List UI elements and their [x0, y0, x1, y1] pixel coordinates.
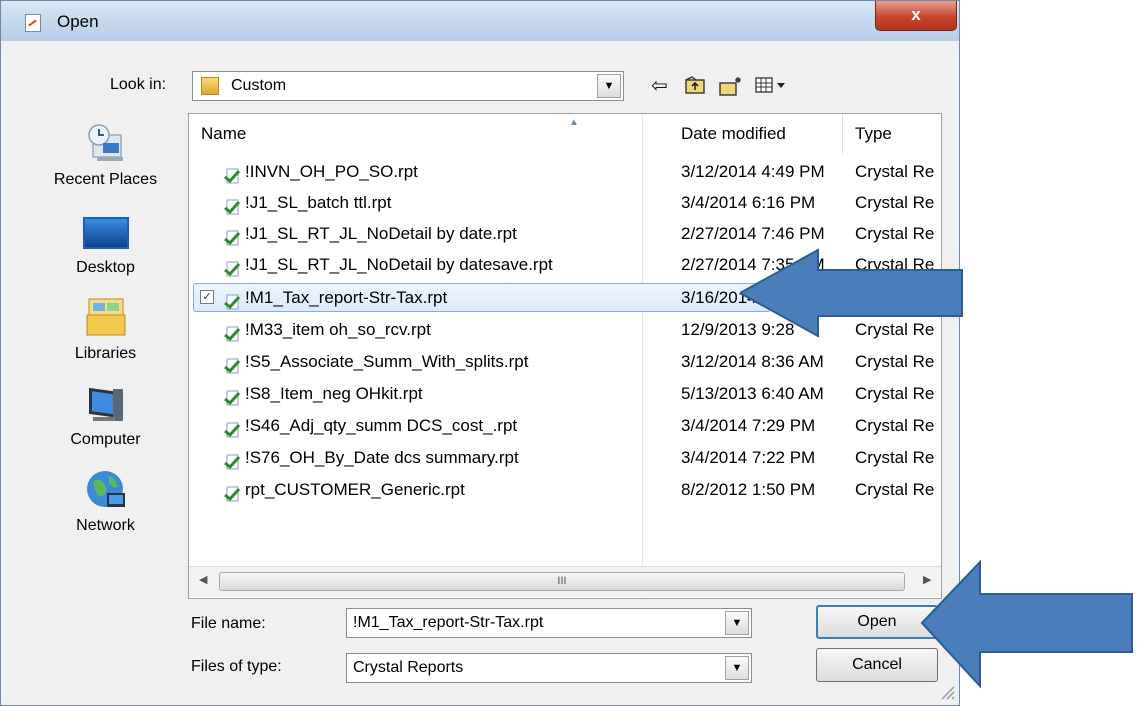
- file-name: !J1_SL_RT_JL_NoDetail by date.rpt: [245, 224, 517, 243]
- file-row[interactable]: !J1_SL_RT_JL_NoDetail by date.rpt 2/27/2…: [189, 218, 941, 249]
- column-header-date[interactable]: Date modified: [669, 114, 843, 154]
- desktop-icon: [82, 209, 129, 255]
- look-in-label: Look in:: [110, 76, 167, 93]
- files-of-type-value: Crystal Reports: [353, 659, 464, 676]
- place-label: Network: [76, 517, 135, 534]
- callout-arrow-open: [920, 560, 1133, 689]
- file-type: Crystal Re: [855, 448, 935, 467]
- place-desktop[interactable]: Desktop: [33, 209, 178, 277]
- file-row[interactable]: !S8_Item_neg OHkit.rpt 5/13/2013 6:40 AM…: [189, 378, 941, 409]
- place-libraries[interactable]: Libraries: [33, 295, 178, 363]
- crystal-report-file-icon: [224, 353, 241, 374]
- place-network[interactable]: Network: [33, 467, 178, 535]
- file-name: !J1_SL_batch ttl.rpt: [245, 193, 392, 212]
- file-type: Crystal Re: [855, 193, 935, 212]
- window-title: Open: [57, 12, 99, 31]
- place-recent-places[interactable]: Recent Places: [33, 121, 178, 189]
- file-name-label: File name:: [191, 615, 266, 632]
- file-date: 8/2/2012 1:50 PM: [681, 480, 816, 499]
- look-in-value: Custom: [231, 77, 287, 94]
- file-date: 3/4/2014 7:29 PM: [681, 416, 816, 435]
- file-name: !INVN_OH_PO_SO.rpt: [245, 162, 418, 181]
- scroll-left-icon[interactable]: ◀: [199, 573, 207, 586]
- back-icon[interactable]: ⇦: [651, 75, 668, 97]
- crystal-report-file-icon: [224, 256, 241, 277]
- file-row[interactable]: !S76_OH_By_Date dcs summary.rpt 3/4/2014…: [189, 442, 941, 473]
- horizontal-scrollbar[interactable]: ◀ III ▶: [189, 566, 941, 597]
- file-row[interactable]: !J1_SL_batch ttl.rpt 3/4/2014 6:16 PM Cr…: [189, 187, 941, 218]
- column-header-label: Name: [201, 124, 247, 143]
- crystal-report-file-icon: [224, 225, 241, 246]
- crystal-report-file-icon: [224, 163, 241, 184]
- file-date: 5/13/2013 6:40 AM: [681, 384, 824, 403]
- file-row[interactable]: !S46_Adj_qty_summ DCS_cost_.rpt 3/4/2014…: [189, 410, 941, 441]
- libraries-icon: [83, 295, 129, 341]
- file-name: rpt_CUSTOMER_Generic.rpt: [245, 480, 465, 499]
- sort-ascending-icon: ▲: [569, 117, 579, 128]
- file-date: 2/27/2014 7:46 PM: [681, 224, 825, 243]
- new-folder-icon[interactable]: [718, 75, 744, 102]
- up-folder-icon[interactable]: [684, 75, 706, 100]
- file-date: 3/12/2014 4:49 PM: [681, 162, 825, 181]
- open-dialog: Open x Look in: Custom ▼ ⇦ Recent Places…: [0, 0, 960, 706]
- close-button[interactable]: x: [875, 1, 957, 31]
- file-name: !S8_Item_neg OHkit.rpt: [245, 384, 423, 403]
- file-name-input[interactable]: !M1_Tax_report-Str-Tax.rpt ▼: [346, 608, 752, 638]
- file-type: Crystal Re: [855, 224, 935, 243]
- app-icon: [25, 14, 41, 32]
- file-name: !M33_item oh_so_rcv.rpt: [245, 320, 431, 339]
- file-row[interactable]: rpt_CUSTOMER_Generic.rpt 8/2/2012 1:50 P…: [189, 474, 941, 505]
- callout-arrow-file: [740, 248, 963, 338]
- crystal-report-file-icon: [224, 194, 241, 215]
- look-in-combo[interactable]: Custom ▼: [192, 71, 624, 101]
- file-row[interactable]: !S5_Associate_Summ_With_splits.rpt 3/12/…: [189, 346, 941, 377]
- file-type: Crystal Re: [855, 416, 935, 435]
- file-type: Crystal Re: [855, 384, 935, 403]
- look-in-dropdown-button[interactable]: ▼: [597, 74, 621, 98]
- row-checkbox[interactable]: ✓: [200, 290, 214, 304]
- network-icon: [83, 467, 129, 513]
- title-bar[interactable]: Open x: [1, 1, 959, 41]
- file-name: !J1_SL_RT_JL_NoDetail by datesave.rpt: [245, 255, 553, 274]
- files-of-type-label: Files of type:: [191, 658, 282, 675]
- file-date: 3/4/2014 6:16 PM: [681, 193, 816, 212]
- file-type: Crystal Re: [855, 480, 935, 499]
- file-name: !S46_Adj_qty_summ DCS_cost_.rpt: [245, 416, 518, 435]
- scrollbar-thumb[interactable]: III: [219, 572, 905, 591]
- file-name-dropdown-button[interactable]: ▼: [725, 611, 749, 635]
- folder-icon: [201, 77, 219, 95]
- view-menu-icon[interactable]: [754, 75, 788, 100]
- crystal-report-file-icon: [224, 449, 241, 470]
- crystal-report-file-icon: [224, 417, 241, 438]
- file-date: 3/4/2014 7:22 PM: [681, 448, 816, 467]
- places-bar: Recent Places Desktop Libraries Computer…: [33, 113, 178, 583]
- file-date: 3/12/2014 8:36 AM: [681, 352, 824, 371]
- files-of-type-select[interactable]: Crystal Reports ▼: [346, 653, 752, 683]
- file-name: !S5_Associate_Summ_With_splits.rpt: [245, 352, 529, 371]
- place-label: Desktop: [76, 259, 135, 276]
- scrollbar-grip: III: [557, 575, 567, 587]
- column-header-type[interactable]: Type: [843, 114, 941, 154]
- file-type: Crystal Re: [855, 352, 935, 371]
- file-type: Crystal Re: [855, 162, 935, 181]
- file-row[interactable]: !INVN_OH_PO_SO.rpt 3/12/2014 4:49 PM Cry…: [189, 156, 941, 187]
- place-computer[interactable]: Computer: [33, 381, 178, 449]
- column-header-label: Date modified: [681, 124, 786, 143]
- place-label: Recent Places: [53, 171, 158, 188]
- crystal-report-file-icon: [224, 289, 241, 310]
- computer-icon: [83, 381, 129, 427]
- place-label: Computer: [70, 431, 141, 448]
- place-label: Libraries: [74, 345, 137, 362]
- crystal-report-file-icon: [224, 481, 241, 502]
- file-name: !M1_Tax_report-Str-Tax.rpt: [245, 288, 448, 307]
- file-list[interactable]: Name ▲ Date modified Type !INVN_OH_PO_SO…: [188, 113, 942, 599]
- files-of-type-dropdown-button[interactable]: ▼: [725, 656, 749, 680]
- column-header-label: Type: [855, 124, 892, 143]
- file-name-value: !M1_Tax_report-Str-Tax.rpt: [353, 614, 544, 631]
- crystal-report-file-icon: [224, 321, 241, 342]
- crystal-report-file-icon: [224, 385, 241, 406]
- recent-places-icon: [83, 121, 129, 167]
- file-name: !S76_OH_By_Date dcs summary.rpt: [245, 448, 519, 467]
